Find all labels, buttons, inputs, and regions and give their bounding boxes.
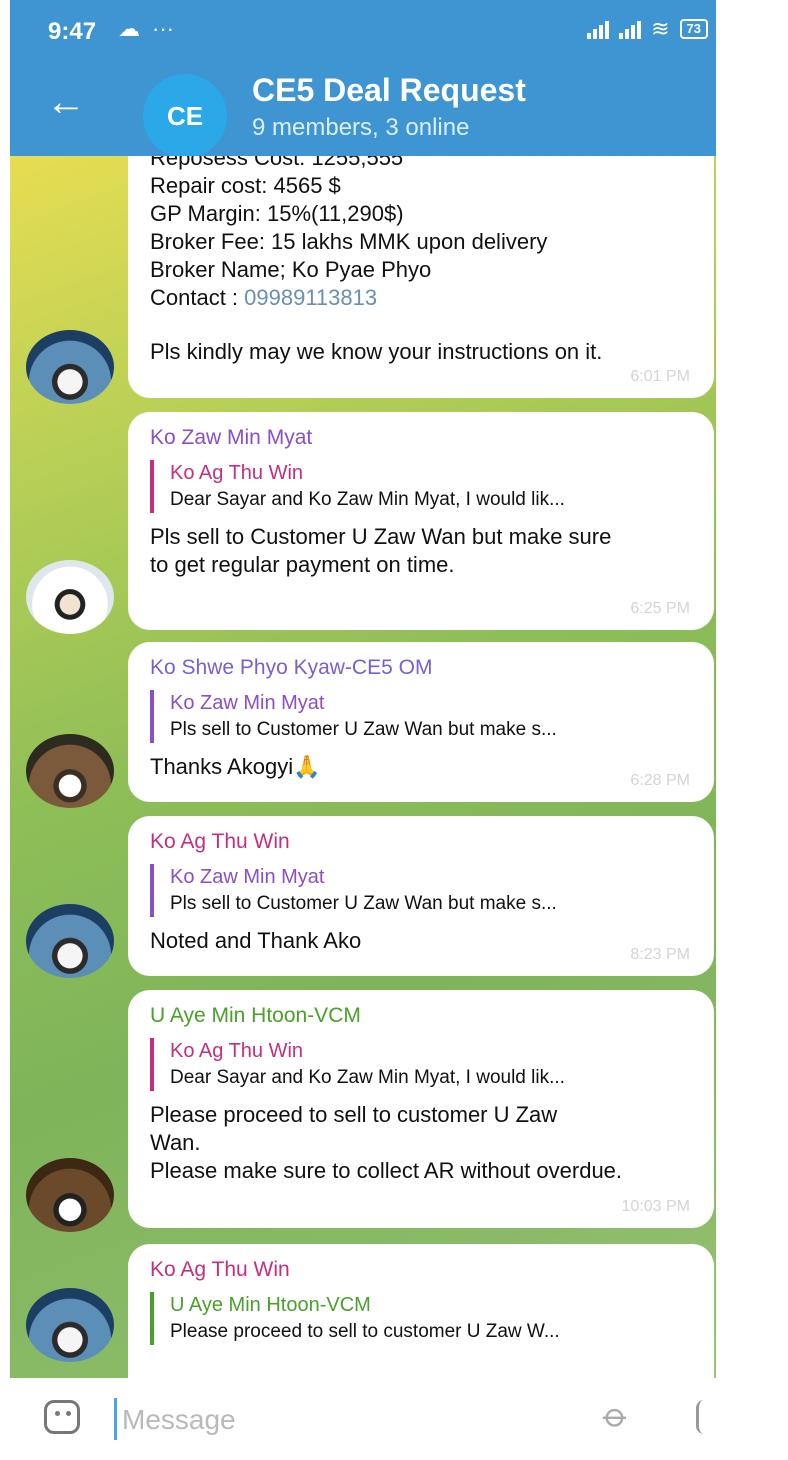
message-text: Thanks Akogyi🙏 [150, 754, 321, 779]
reply-quote[interactable]: Ko Zaw Min Myat Pls sell to Customer U Z… [150, 690, 692, 743]
text-cursor [114, 1398, 117, 1440]
reply-quote[interactable]: Ko Zaw Min Myat Pls sell to Customer U Z… [150, 864, 692, 917]
message-input[interactable] [120, 1396, 584, 1444]
message-text: Please make sure to collect AR without o… [150, 1158, 623, 1183]
reply-quote[interactable]: U Aye Min Htoon-VCM Please proceed to se… [150, 1292, 692, 1345]
message-line: GP Margin: 15%(11,290$) [150, 201, 404, 226]
message-line: Repair cost: 4565 $ [150, 173, 341, 198]
message-time: 6:01 PM [630, 368, 690, 385]
sender-name[interactable]: Ko Zaw Min Myat [150, 426, 692, 450]
chat-messages[interactable]: Reposess Cost: 1255,555 Repair cost: 456… [10, 156, 716, 1378]
phone-link[interactable]: 09989113813 [244, 285, 377, 310]
sender-name[interactable]: Ko Shwe Phyo Kyaw-CE5 OM [150, 656, 692, 680]
mic-icon[interactable] [696, 1400, 705, 1434]
message-line: Broker Fee: 15 lakhs MMK upon delivery [150, 229, 548, 254]
back-arrow-icon[interactable]: ← [46, 82, 86, 122]
contact-line: Contact : 09989113813 [150, 284, 692, 312]
reply-text: Dear Sayar and Ko Zaw Min Myat, I would … [170, 1067, 565, 1088]
reply-quote[interactable]: Ko Ag Thu Win Dear Sayar and Ko Zaw Min … [150, 460, 692, 513]
wifi-icon: ≋ [651, 16, 670, 41]
reply-text: Dear Sayar and Ko Zaw Min Myat, I would … [170, 489, 565, 510]
chat-title[interactable]: CE5 Deal Request [252, 72, 526, 109]
message-time: 6:28 PM [630, 772, 690, 789]
message-text: Pls kindly may we know your instructions… [150, 339, 603, 364]
reply-quote[interactable]: Ko Ag Thu Win Dear Sayar and Ko Zaw Min … [150, 1038, 692, 1091]
message-composer: ⌀ [10, 1378, 716, 1460]
contact-label: Contact : [150, 285, 245, 310]
sender-name[interactable]: Ko Ag Thu Win [150, 830, 692, 854]
avatar[interactable] [26, 330, 114, 404]
avatar[interactable] [26, 734, 114, 808]
message-bubble[interactable]: U Aye Min Htoon-VCM Ko Ag Thu Win Dear S… [128, 990, 714, 1228]
reply-name: U Aye Min Htoon-VCM [170, 1294, 371, 1316]
sender-name[interactable]: Ko Ag Thu Win [150, 1258, 692, 1282]
message-bubble[interactable]: Ko Ag Thu Win U Aye Min Htoon-VCM Please… [128, 1244, 714, 1378]
sender-name[interactable]: U Aye Min Htoon-VCM [150, 1004, 692, 1028]
reply-text: Please proceed to sell to customer U Zaw… [170, 1321, 560, 1342]
message-text: Noted and Thank Ako [150, 928, 362, 953]
message-time: 10:03 PM [621, 1198, 690, 1215]
message-text: Please proceed to sell to customer U Zaw… [150, 1102, 558, 1155]
message-line: Reposess Cost: 1255,555 [150, 156, 404, 170]
signal-icon [619, 19, 642, 39]
reply-name: Ko Zaw Min Myat [170, 692, 325, 714]
signal-icon [587, 19, 610, 39]
cloud-icon: ☁ [118, 16, 140, 41]
more-dots-icon: ··· [152, 16, 174, 41]
reply-name: Ko Ag Thu Win [170, 1040, 304, 1062]
message-time: 8:23 PM [630, 946, 690, 963]
message-time: 6:25 PM [630, 600, 690, 617]
battery-icon: 73 [679, 19, 708, 39]
avatar[interactable] [26, 1158, 114, 1232]
chat-header: ← CE CE5 Deal Request 9 members, 3 onlin… [10, 62, 716, 158]
chat-subtitle: 9 members, 3 online [252, 114, 470, 141]
avatar[interactable] [26, 560, 114, 634]
phone-screen: 9:47 ☁ ··· ≋ 73 ← CE CE5 Deal Request 9 … [10, 0, 716, 1460]
attach-icon[interactable]: ⌀ [595, 1395, 638, 1438]
message-line: Broker Name; Ko Pyae Phyo [150, 257, 432, 282]
emoji-icon[interactable] [44, 1400, 80, 1434]
avatar[interactable] [26, 1288, 114, 1362]
reply-name: Ko Ag Thu Win [170, 462, 304, 484]
reply-name: Ko Zaw Min Myat [170, 866, 325, 888]
message-bubble[interactable]: Reposess Cost: 1255,555 Repair cost: 456… [128, 156, 714, 398]
status-time: 9:47 [48, 18, 97, 45]
reply-text: Pls sell to Customer U Zaw Wan but make … [170, 893, 557, 914]
message-bubble[interactable]: Ko Shwe Phyo Kyaw-CE5 OM Ko Zaw Min Myat… [128, 642, 714, 802]
message-text: Pls sell to Customer U Zaw Wan but make … [150, 524, 612, 577]
reply-text: Pls sell to Customer U Zaw Wan but make … [170, 719, 557, 740]
chat-avatar[interactable]: CE [143, 74, 227, 158]
status-icons: ≋ 73 [587, 16, 708, 42]
message-bubble[interactable]: Ko Ag Thu Win Ko Zaw Min Myat Pls sell t… [128, 816, 714, 976]
message-bubble[interactable]: Ko Zaw Min Myat Ko Ag Thu Win Dear Sayar… [128, 412, 714, 630]
status-bar: 9:47 ☁ ··· ≋ 73 [10, 0, 716, 62]
avatar[interactable] [26, 904, 114, 978]
